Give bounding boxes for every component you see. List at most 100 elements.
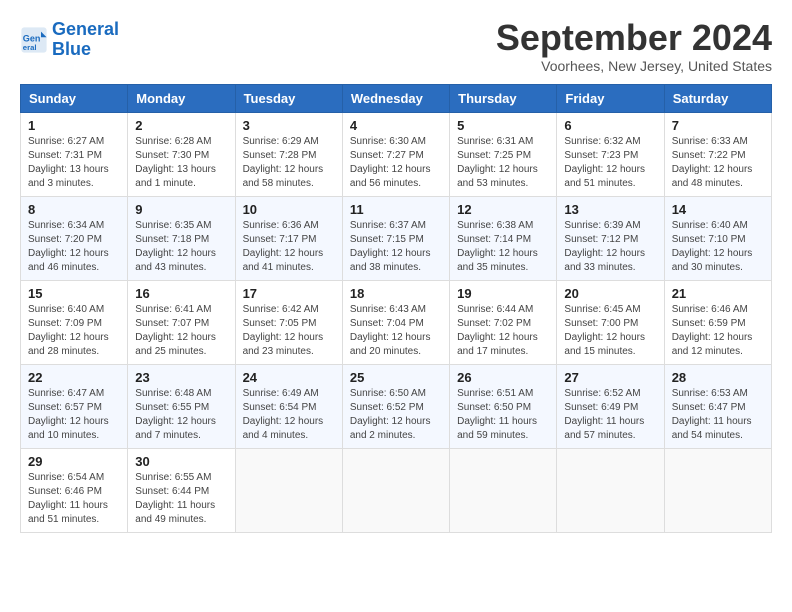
calendar-header-row: SundayMondayTuesdayWednesdayThursdayFrid… [21, 85, 772, 113]
day-number: 21 [672, 286, 764, 301]
calendar-cell [664, 449, 771, 533]
calendar-cell [235, 449, 342, 533]
calendar-table: SundayMondayTuesdayWednesdayThursdayFrid… [20, 84, 772, 533]
day-number: 1 [28, 118, 120, 133]
cell-content: Sunrise: 6:40 AMSunset: 7:10 PMDaylight:… [672, 219, 764, 275]
calendar-cell: 4 Sunrise: 6:30 AMSunset: 7:27 PMDayligh… [342, 113, 449, 197]
calendar-cell: 15 Sunrise: 6:40 AMSunset: 7:09 PMDaylig… [21, 281, 128, 365]
calendar-cell: 25 Sunrise: 6:50 AMSunset: 6:52 PMDaylig… [342, 365, 449, 449]
calendar-cell: 12 Sunrise: 6:38 AMSunset: 7:14 PMDaylig… [450, 197, 557, 281]
day-number: 2 [135, 118, 227, 133]
header-thursday: Thursday [450, 85, 557, 113]
calendar-cell: 18 Sunrise: 6:43 AMSunset: 7:04 PMDaylig… [342, 281, 449, 365]
day-number: 3 [243, 118, 335, 133]
day-number: 26 [457, 370, 549, 385]
cell-content: Sunrise: 6:32 AMSunset: 7:23 PMDaylight:… [564, 135, 656, 191]
day-number: 29 [28, 454, 120, 469]
calendar-cell: 5 Sunrise: 6:31 AMSunset: 7:25 PMDayligh… [450, 113, 557, 197]
day-number: 10 [243, 202, 335, 217]
calendar-week-4: 22 Sunrise: 6:47 AMSunset: 6:57 PMDaylig… [21, 365, 772, 449]
day-number: 25 [350, 370, 442, 385]
day-number: 16 [135, 286, 227, 301]
cell-content: Sunrise: 6:29 AMSunset: 7:28 PMDaylight:… [243, 135, 335, 191]
day-number: 17 [243, 286, 335, 301]
day-number: 20 [564, 286, 656, 301]
day-number: 30 [135, 454, 227, 469]
calendar-cell: 3 Sunrise: 6:29 AMSunset: 7:28 PMDayligh… [235, 113, 342, 197]
day-number: 7 [672, 118, 764, 133]
calendar-week-5: 29 Sunrise: 6:54 AMSunset: 6:46 PMDaylig… [21, 449, 772, 533]
calendar-cell [557, 449, 664, 533]
title-block: September 2024 Voorhees, New Jersey, Uni… [496, 20, 772, 74]
header-monday: Monday [128, 85, 235, 113]
cell-content: Sunrise: 6:51 AMSunset: 6:50 PMDaylight:… [457, 387, 549, 443]
svg-text:Gen: Gen [23, 33, 41, 43]
calendar-cell: 7 Sunrise: 6:33 AMSunset: 7:22 PMDayligh… [664, 113, 771, 197]
cell-content: Sunrise: 6:27 AMSunset: 7:31 PMDaylight:… [28, 135, 120, 191]
calendar-week-3: 15 Sunrise: 6:40 AMSunset: 7:09 PMDaylig… [21, 281, 772, 365]
day-number: 28 [672, 370, 764, 385]
header-tuesday: Tuesday [235, 85, 342, 113]
cell-content: Sunrise: 6:34 AMSunset: 7:20 PMDaylight:… [28, 219, 120, 275]
calendar-cell: 19 Sunrise: 6:44 AMSunset: 7:02 PMDaylig… [450, 281, 557, 365]
day-number: 19 [457, 286, 549, 301]
calendar-cell: 9 Sunrise: 6:35 AMSunset: 7:18 PMDayligh… [128, 197, 235, 281]
day-number: 11 [350, 202, 442, 217]
calendar-cell: 8 Sunrise: 6:34 AMSunset: 7:20 PMDayligh… [21, 197, 128, 281]
cell-content: Sunrise: 6:53 AMSunset: 6:47 PMDaylight:… [672, 387, 764, 443]
cell-content: Sunrise: 6:48 AMSunset: 6:55 PMDaylight:… [135, 387, 227, 443]
logo-text: GeneralBlue [52, 20, 119, 60]
calendar-cell [342, 449, 449, 533]
calendar-week-1: 1 Sunrise: 6:27 AMSunset: 7:31 PMDayligh… [21, 113, 772, 197]
calendar-cell: 13 Sunrise: 6:39 AMSunset: 7:12 PMDaylig… [557, 197, 664, 281]
calendar-cell: 10 Sunrise: 6:36 AMSunset: 7:17 PMDaylig… [235, 197, 342, 281]
cell-content: Sunrise: 6:28 AMSunset: 7:30 PMDaylight:… [135, 135, 227, 191]
cell-content: Sunrise: 6:47 AMSunset: 6:57 PMDaylight:… [28, 387, 120, 443]
cell-content: Sunrise: 6:30 AMSunset: 7:27 PMDaylight:… [350, 135, 442, 191]
calendar-cell: 11 Sunrise: 6:37 AMSunset: 7:15 PMDaylig… [342, 197, 449, 281]
calendar-cell: 21 Sunrise: 6:46 AMSunset: 6:59 PMDaylig… [664, 281, 771, 365]
day-number: 4 [350, 118, 442, 133]
header-wednesday: Wednesday [342, 85, 449, 113]
calendar-cell: 28 Sunrise: 6:53 AMSunset: 6:47 PMDaylig… [664, 365, 771, 449]
cell-content: Sunrise: 6:36 AMSunset: 7:17 PMDaylight:… [243, 219, 335, 275]
location-text: Voorhees, New Jersey, United States [496, 58, 772, 74]
cell-content: Sunrise: 6:43 AMSunset: 7:04 PMDaylight:… [350, 303, 442, 359]
day-number: 6 [564, 118, 656, 133]
cell-content: Sunrise: 6:55 AMSunset: 6:44 PMDaylight:… [135, 471, 227, 527]
day-number: 22 [28, 370, 120, 385]
calendar-cell: 1 Sunrise: 6:27 AMSunset: 7:31 PMDayligh… [21, 113, 128, 197]
calendar-cell: 17 Sunrise: 6:42 AMSunset: 7:05 PMDaylig… [235, 281, 342, 365]
calendar-cell: 29 Sunrise: 6:54 AMSunset: 6:46 PMDaylig… [21, 449, 128, 533]
page-header: Gen eral GeneralBlue September 2024 Voor… [20, 20, 772, 74]
calendar-cell: 23 Sunrise: 6:48 AMSunset: 6:55 PMDaylig… [128, 365, 235, 449]
logo-icon: Gen eral [20, 26, 48, 54]
cell-content: Sunrise: 6:49 AMSunset: 6:54 PMDaylight:… [243, 387, 335, 443]
calendar-cell: 30 Sunrise: 6:55 AMSunset: 6:44 PMDaylig… [128, 449, 235, 533]
calendar-cell: 16 Sunrise: 6:41 AMSunset: 7:07 PMDaylig… [128, 281, 235, 365]
day-number: 12 [457, 202, 549, 217]
calendar-cell: 20 Sunrise: 6:45 AMSunset: 7:00 PMDaylig… [557, 281, 664, 365]
cell-content: Sunrise: 6:50 AMSunset: 6:52 PMDaylight:… [350, 387, 442, 443]
day-number: 27 [564, 370, 656, 385]
svg-text:eral: eral [23, 43, 37, 52]
calendar-cell: 6 Sunrise: 6:32 AMSunset: 7:23 PMDayligh… [557, 113, 664, 197]
cell-content: Sunrise: 6:40 AMSunset: 7:09 PMDaylight:… [28, 303, 120, 359]
cell-content: Sunrise: 6:37 AMSunset: 7:15 PMDaylight:… [350, 219, 442, 275]
cell-content: Sunrise: 6:31 AMSunset: 7:25 PMDaylight:… [457, 135, 549, 191]
day-number: 14 [672, 202, 764, 217]
cell-content: Sunrise: 6:44 AMSunset: 7:02 PMDaylight:… [457, 303, 549, 359]
cell-content: Sunrise: 6:38 AMSunset: 7:14 PMDaylight:… [457, 219, 549, 275]
cell-content: Sunrise: 6:45 AMSunset: 7:00 PMDaylight:… [564, 303, 656, 359]
calendar-cell: 24 Sunrise: 6:49 AMSunset: 6:54 PMDaylig… [235, 365, 342, 449]
calendar-cell: 26 Sunrise: 6:51 AMSunset: 6:50 PMDaylig… [450, 365, 557, 449]
cell-content: Sunrise: 6:42 AMSunset: 7:05 PMDaylight:… [243, 303, 335, 359]
cell-content: Sunrise: 6:33 AMSunset: 7:22 PMDaylight:… [672, 135, 764, 191]
day-number: 23 [135, 370, 227, 385]
calendar-cell: 22 Sunrise: 6:47 AMSunset: 6:57 PMDaylig… [21, 365, 128, 449]
day-number: 15 [28, 286, 120, 301]
day-number: 24 [243, 370, 335, 385]
calendar-cell: 2 Sunrise: 6:28 AMSunset: 7:30 PMDayligh… [128, 113, 235, 197]
day-number: 13 [564, 202, 656, 217]
month-title: September 2024 [496, 20, 772, 56]
